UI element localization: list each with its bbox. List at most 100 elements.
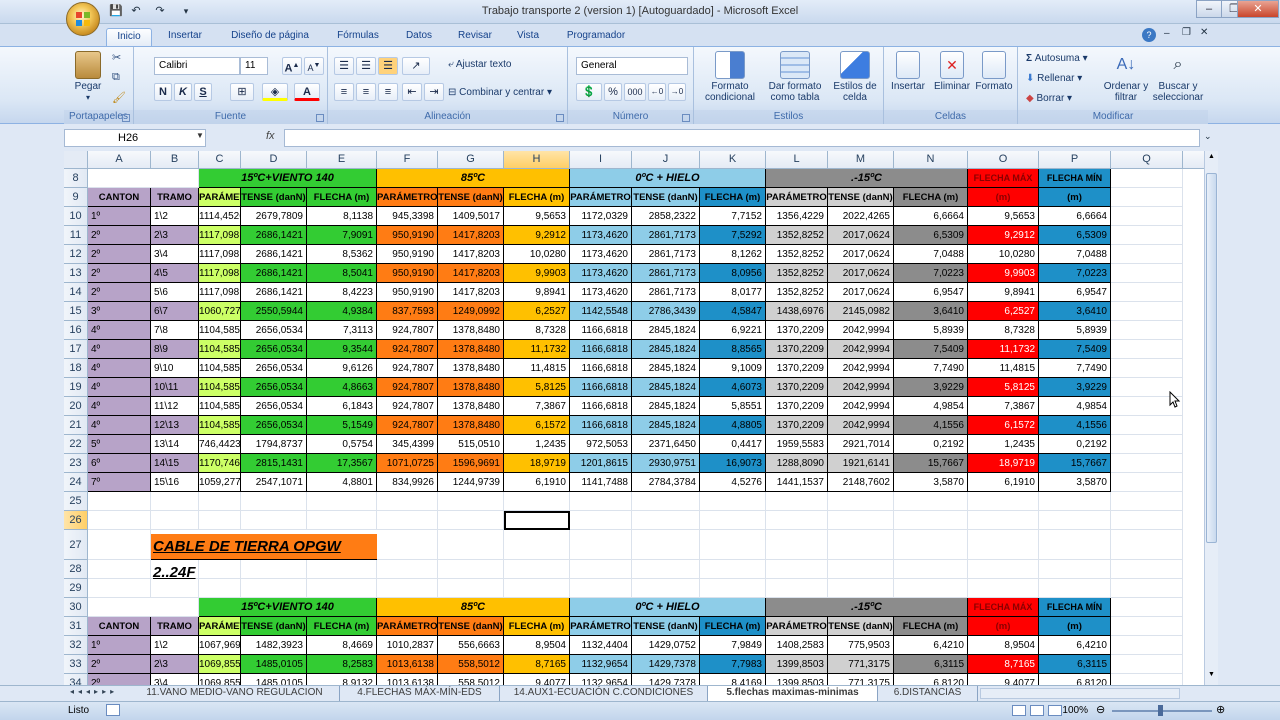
column-header[interactable]: C xyxy=(199,151,241,169)
table-cell[interactable]: 7,3113 xyxy=(307,321,377,340)
table-cell[interactable]: 1104,5850 xyxy=(199,359,241,378)
table-cell[interactable]: 1166,6818 xyxy=(570,397,632,416)
empty-cell[interactable] xyxy=(1111,560,1183,579)
scroll-up-icon[interactable]: ▲ xyxy=(1206,153,1217,165)
cut-icon[interactable]: ✂ xyxy=(112,51,128,65)
table-cell[interactable]: 6,1910 xyxy=(968,473,1039,492)
table-cell[interactable]: 6º xyxy=(88,454,151,473)
column-header[interactable]: E xyxy=(307,151,377,169)
empty-cell[interactable] xyxy=(307,511,377,530)
empty-cell[interactable] xyxy=(700,492,766,511)
table-cell[interactable]: 1417,8203 xyxy=(438,245,504,264)
table-cell[interactable]: 1104,5850 xyxy=(199,321,241,340)
grow-font-button[interactable]: A▲ xyxy=(282,57,302,75)
table-cell[interactable]: 1921,6141 xyxy=(828,454,894,473)
table-cell[interactable]: 950,9190 xyxy=(377,226,438,245)
align-center-button[interactable]: ≡ xyxy=(356,83,376,101)
comma-style-button[interactable]: 000 xyxy=(624,83,646,101)
empty-cell[interactable] xyxy=(199,511,241,530)
table-cell[interactable]: 950,9190 xyxy=(377,283,438,302)
sheet-tab[interactable]: 14.AUX1-ECUACIÓN C.CONDICIONES xyxy=(500,686,708,701)
macro-record-icon[interactable] xyxy=(106,704,120,716)
table-cell[interactable]: 4º xyxy=(88,340,151,359)
table-cell[interactable]: 1959,5583 xyxy=(766,435,828,454)
table-cell[interactable]: 2042,9994 xyxy=(828,340,894,359)
table-cell[interactable]: 9,4077 xyxy=(968,674,1039,685)
table-cell[interactable]: 7º xyxy=(88,473,151,492)
empty-cell[interactable] xyxy=(700,579,766,598)
table-cell[interactable]: 924,7807 xyxy=(377,340,438,359)
table-cell[interactable]: 1408,2583 xyxy=(766,636,828,655)
empty-cell[interactable] xyxy=(377,511,438,530)
undo-icon[interactable]: ↶ xyxy=(128,4,144,19)
tab-inicio[interactable]: Inicio xyxy=(106,28,152,46)
row-header[interactable]: 10 xyxy=(64,207,88,226)
table-cell[interactable]: 9,3544 xyxy=(307,340,377,359)
empty-cell[interactable] xyxy=(307,579,377,598)
empty-cell[interactable] xyxy=(504,530,570,560)
table-cell[interactable]: 2845,1824 xyxy=(632,416,700,435)
horizontal-scrollbar[interactable] xyxy=(980,688,1180,699)
empty-cell[interactable] xyxy=(632,492,700,511)
table-cell[interactable]: 950,9190 xyxy=(377,245,438,264)
table-cell[interactable]: 1132,9654 xyxy=(570,674,632,685)
column-header[interactable]: G xyxy=(438,151,504,169)
column-header[interactable]: H xyxy=(504,151,570,169)
table-cell[interactable]: 2815,1431 xyxy=(241,454,307,473)
table-cell[interactable]: 4,9854 xyxy=(1039,397,1111,416)
table-cell[interactable]: 1370,2209 xyxy=(766,378,828,397)
empty-cell[interactable] xyxy=(828,511,894,530)
workbook-close-icon[interactable]: ✕ xyxy=(1200,27,1208,38)
table-cell[interactable]: 3,5870 xyxy=(894,473,968,492)
table-cell[interactable]: 1173,4620 xyxy=(570,283,632,302)
table-cell[interactable]: 0,2192 xyxy=(894,435,968,454)
decrease-indent-button[interactable]: ⇤ xyxy=(402,83,422,101)
table-cell[interactable]: 837,7593 xyxy=(377,302,438,321)
empty-cell[interactable] xyxy=(1111,245,1183,264)
column-header[interactable]: O xyxy=(968,151,1039,169)
table-cell[interactable]: 3,9229 xyxy=(894,378,968,397)
empty-cell[interactable] xyxy=(570,530,632,560)
table-cell[interactable]: 1173,4620 xyxy=(570,264,632,283)
delete-cells-button[interactable]: ✕ Eliminar xyxy=(930,51,974,92)
increase-decimal-button[interactable]: ←0 xyxy=(648,83,666,101)
table-cell[interactable]: 2861,7173 xyxy=(632,283,700,302)
decrease-decimal-button[interactable]: →0 xyxy=(668,83,686,101)
table-cell[interactable]: 6,4210 xyxy=(894,636,968,655)
table-cell[interactable]: 9,5653 xyxy=(968,207,1039,226)
table-cell[interactable]: 345,4399 xyxy=(377,435,438,454)
empty-cell[interactable] xyxy=(377,560,438,579)
row-header[interactable]: 29 xyxy=(64,579,88,598)
shrink-font-button[interactable]: A▼ xyxy=(304,57,324,75)
empty-cell[interactable] xyxy=(828,530,894,560)
italic-button[interactable]: K xyxy=(174,83,192,101)
table-cell[interactable]: 9,6126 xyxy=(307,359,377,378)
table-cell[interactable]: 7,0488 xyxy=(1039,245,1111,264)
table-cell[interactable]: 7,7983 xyxy=(700,655,766,674)
table-cell[interactable]: 1485,0105 xyxy=(241,655,307,674)
column-header[interactable]: I xyxy=(570,151,632,169)
empty-cell[interactable] xyxy=(570,579,632,598)
table-cell[interactable]: 1485,0105 xyxy=(241,674,307,685)
table-cell[interactable]: 1117,0981 xyxy=(199,245,241,264)
tab-programador[interactable]: Programador xyxy=(556,28,636,46)
table-cell[interactable]: 6,9547 xyxy=(1039,283,1111,302)
empty-cell[interactable] xyxy=(438,511,504,530)
table-cell[interactable]: 1132,4404 xyxy=(570,636,632,655)
table-cell[interactable]: 1,2435 xyxy=(968,435,1039,454)
table-cell[interactable]: 5º xyxy=(88,435,151,454)
empty-cell[interactable] xyxy=(504,560,570,579)
table-cell[interactable]: 7,3867 xyxy=(504,397,570,416)
table-cell[interactable]: 1417,8203 xyxy=(438,283,504,302)
empty-cell[interactable] xyxy=(766,530,828,560)
table-cell[interactable]: 2686,1421 xyxy=(241,264,307,283)
table-cell[interactable]: 1417,8203 xyxy=(438,264,504,283)
table-cell[interactable]: 1173,4620 xyxy=(570,245,632,264)
empty-cell[interactable] xyxy=(570,511,632,530)
close-button[interactable]: ✕ xyxy=(1237,0,1279,18)
empty-cell[interactable] xyxy=(377,492,438,511)
table-cell[interactable]: 2148,7602 xyxy=(828,473,894,492)
row-header[interactable]: 33 xyxy=(64,655,88,674)
empty-cell[interactable] xyxy=(828,560,894,579)
font-name-combo[interactable]: Calibri xyxy=(154,57,240,75)
